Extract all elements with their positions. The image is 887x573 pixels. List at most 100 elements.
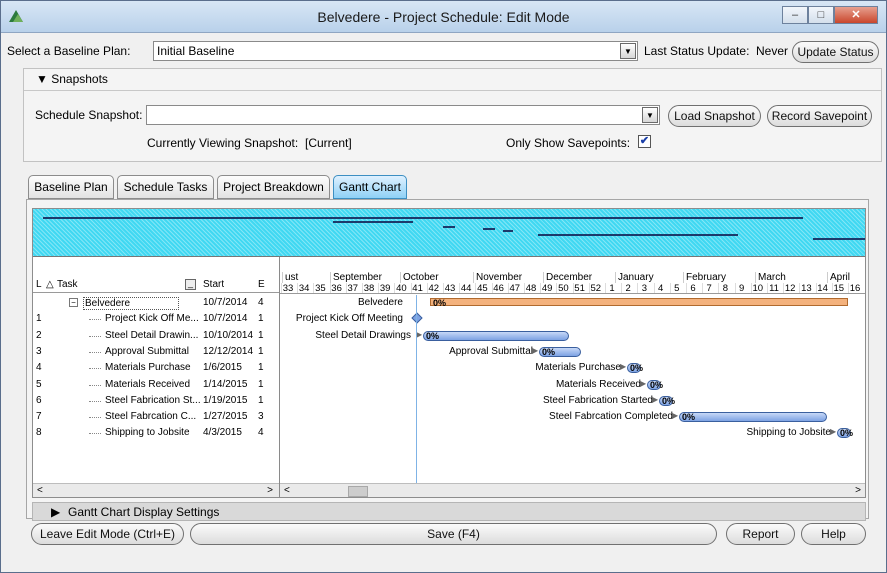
task-name[interactable]: Belvedere [83, 297, 179, 310]
percent-complete: 0% [433, 298, 447, 308]
row-number: 3 [36, 345, 42, 357]
bar-label: Steel Detail Drawings [315, 329, 411, 341]
task-duration: 1 [258, 394, 264, 406]
bar-label: Approval Submittal [449, 345, 533, 357]
baseline-select[interactable]: Initial Baseline ▼ [153, 41, 638, 61]
tab-baseline-plan[interactable]: Baseline Plan [28, 175, 114, 199]
app-window: Belvedere - Project Schedule: Edit Mode … [0, 0, 887, 573]
task-name[interactable]: Project Kick Off Me... [105, 313, 201, 324]
minimize-button[interactable]: – [782, 6, 808, 24]
scroll-thumb[interactable] [348, 486, 368, 497]
collapse-toggle-icon[interactable]: − [69, 298, 78, 307]
task-name[interactable]: Steel Detail Drawin... [105, 330, 201, 341]
bar-label: Materials Purchase [535, 362, 621, 374]
save-button[interactable]: Save (F4) [190, 523, 717, 545]
task-grid-scrollbar[interactable]: < > [33, 483, 279, 497]
task-name[interactable]: Shipping to Jobsite [105, 427, 201, 438]
task-name[interactable]: Materials Purchase [105, 362, 201, 373]
col-e[interactable]: E [258, 279, 265, 290]
chevron-down-icon[interactable]: ▼ [642, 107, 658, 123]
dependency-arrow-icon: ▶ [532, 345, 539, 355]
bar-label: Materials Received [555, 378, 641, 390]
collapse-all-icon[interactable]: _ [185, 279, 196, 290]
summary-bar[interactable]: 0% [430, 298, 848, 308]
savepoints-checkbox[interactable]: ✔ [638, 135, 651, 148]
task-bar[interactable]: 0% [837, 428, 853, 439]
dependency-arrow-icon: ▶ [652, 394, 659, 404]
snapshots-header[interactable]: ▼ Snapshots [36, 72, 108, 86]
scroll-right-icon[interactable]: > [267, 485, 273, 496]
month-label: December [543, 272, 592, 283]
gantt-chart[interactable]: L △ Task _ Start E ust September October No… [32, 208, 866, 498]
tab-project-breakdown[interactable]: Project Breakdown [217, 175, 330, 199]
row-number: 4 [36, 362, 42, 374]
col-start[interactable]: Start [203, 279, 224, 290]
gantt-overview-strip[interactable] [33, 209, 865, 257]
tree-connector [89, 368, 101, 370]
bar-label: Belvedere [357, 297, 403, 308]
update-status-button[interactable]: Update Status [792, 41, 879, 63]
load-snapshot-button[interactable]: Load Snapshot [668, 105, 761, 127]
task-bar[interactable]: 0% [627, 363, 643, 374]
close-button[interactable]: ✕ [834, 6, 878, 24]
record-savepoint-button[interactable]: Record Savepoint [767, 105, 872, 127]
snapshots-title: Snapshots [51, 72, 108, 86]
task-start: 12/12/2014 [203, 345, 254, 357]
row-number: 2 [36, 329, 42, 341]
sort-icon[interactable]: △ [46, 279, 54, 290]
maximize-button[interactable]: □ [808, 6, 834, 24]
task-name[interactable]: Approval Submittal [105, 346, 201, 357]
viewing-value: [Current] [305, 136, 352, 150]
task-duration: 1 [258, 313, 264, 325]
expand-arrow-icon: ▶ [51, 505, 61, 519]
task-grid-header: L △ Task _ Start E [33, 271, 279, 293]
task-name[interactable]: Steel Fabrcation C... [105, 411, 201, 422]
scroll-right-icon[interactable]: > [855, 485, 861, 496]
task-duration: 1 [258, 345, 264, 357]
leave-edit-mode-button[interactable]: Leave Edit Mode (Ctrl+E) [31, 523, 184, 545]
row-number: 8 [36, 427, 42, 439]
display-settings-label: Gantt Chart Display Settings [68, 505, 220, 519]
title-bar: Belvedere - Project Schedule: Edit Mode … [1, 1, 886, 33]
task-start: 1/6/2015 [203, 362, 242, 374]
month-label: ust [282, 272, 298, 283]
header-divider [280, 293, 865, 294]
task-bar[interactable]: 0% [647, 379, 664, 390]
task-duration: 1 [258, 378, 264, 390]
dependency-arrow-icon: ▶ [830, 427, 837, 437]
report-button[interactable]: Report [726, 523, 795, 545]
last-update-label: Last Status Update: [644, 44, 750, 58]
task-name[interactable]: Steel Fabrication St... [105, 395, 201, 406]
tab-gantt-chart[interactable]: Gantt Chart [333, 175, 407, 199]
tree-connector [89, 433, 101, 435]
percent-complete: 0% [682, 412, 696, 423]
window-title: Belvedere - Project Schedule: Edit Mode [317, 9, 570, 25]
bar-label: Shipping to Jobsite [746, 427, 831, 439]
tree-connector [89, 384, 101, 386]
tab-schedule-tasks[interactable]: Schedule Tasks [117, 175, 214, 199]
col-task[interactable]: Task [57, 279, 78, 290]
chart-scrollbar[interactable]: < > [280, 483, 865, 497]
last-update-value: Never [756, 44, 789, 58]
task-bar[interactable]: 0% [539, 346, 581, 357]
percent-complete: 0% [650, 379, 664, 390]
scroll-left-icon[interactable]: < [37, 485, 43, 496]
chevron-down-icon[interactable]: ▼ [620, 43, 636, 59]
task-name[interactable]: Materials Received [105, 379, 201, 390]
snapshot-select[interactable]: ▼ [146, 105, 660, 125]
viewing-label: Currently Viewing Snapshot: [147, 136, 299, 150]
col-l[interactable]: L [36, 279, 42, 290]
percent-complete: 0% [662, 395, 676, 406]
baseline-label: Select a Baseline Plan: [7, 44, 131, 58]
task-bar[interactable]: 0% [423, 330, 569, 341]
overview-line [43, 217, 803, 219]
task-start: 1/19/2015 [203, 394, 248, 406]
task-bar[interactable]: 0% [679, 412, 827, 423]
display-settings-bar[interactable]: ▶ Gantt Chart Display Settings [32, 502, 866, 521]
scroll-left-icon[interactable]: < [284, 485, 290, 496]
milestone-diamond[interactable] [411, 312, 423, 324]
help-button[interactable]: Help [801, 523, 866, 545]
overview-line [813, 238, 865, 240]
baseline-value: Initial Baseline [157, 44, 235, 58]
task-bar[interactable]: 0% [659, 395, 676, 406]
